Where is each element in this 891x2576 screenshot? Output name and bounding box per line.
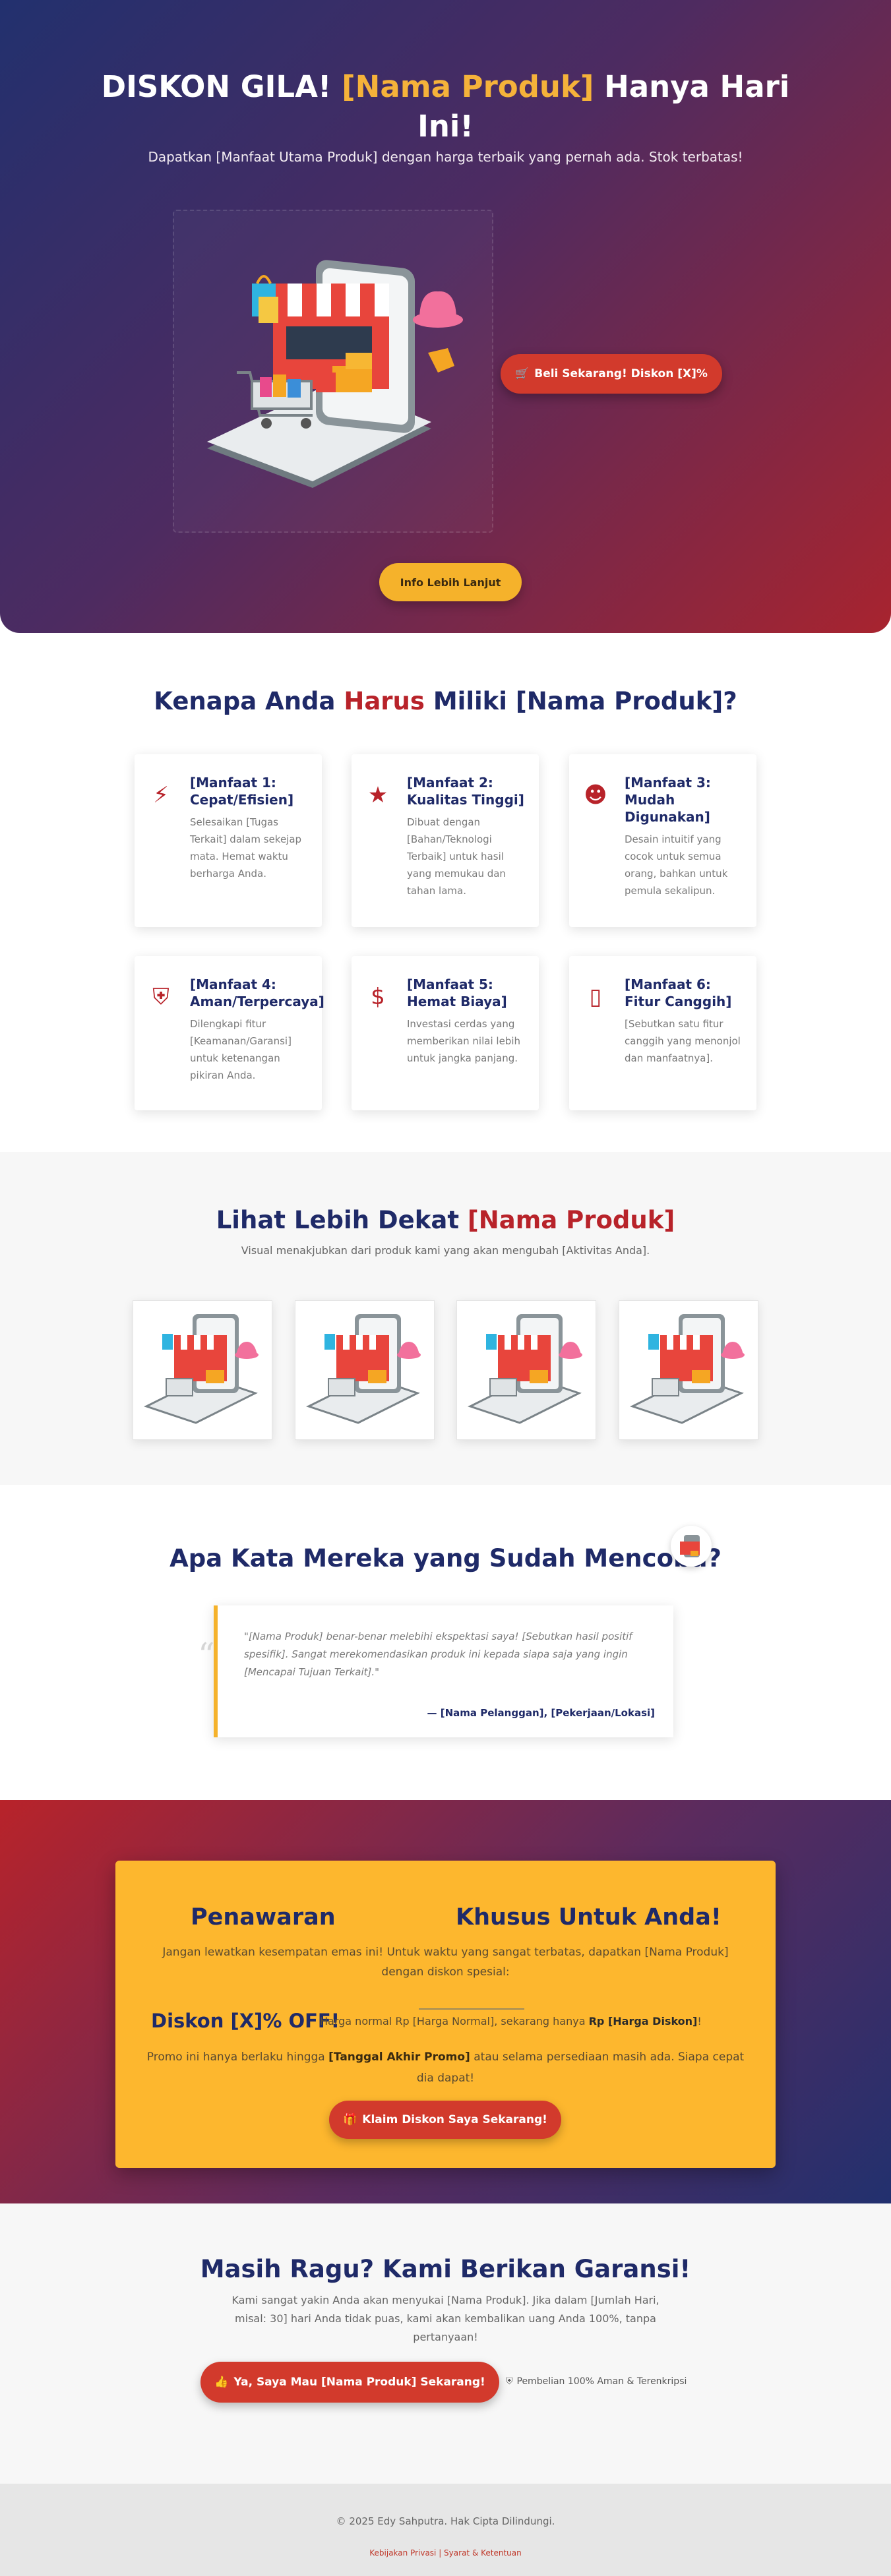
buy-now-button[interactable]: 🛒 Beli Sekarang! Diskon [X]%: [501, 354, 722, 394]
offer-normal-end: !: [697, 2015, 702, 2027]
testimonial-quote: "[Nama Produk] benar-benar melebihi eksp…: [244, 1631, 632, 1678]
gift-icon: 🎁: [343, 2113, 357, 2126]
offer-description: Jangan lewatkan kesempatan emas ini! Unt…: [162, 1946, 729, 1979]
bolt-icon: ⚡: [153, 782, 169, 808]
offer-price-row: Diskon [X]% OFF! Harga normal Rp [Harga …: [151, 2007, 745, 2036]
testimonial-title: Apa Kata Mereka yang Sudah Mencoba?: [169, 1544, 722, 1573]
gallery-title-a: Lihat Lebih Dekat: [216, 1206, 459, 1234]
benefits-title-b: Harus: [344, 687, 425, 715]
thumbs-up-icon: 👍: [214, 2376, 229, 2389]
benefits-title-c: Miliki [Nama Produk]?: [433, 687, 737, 715]
dollar-icon: $: [371, 984, 385, 1010]
offer-promo: Promo ini hanya berlaku hingga [Tanggal …: [142, 2047, 749, 2089]
gallery-title-b: [Nama Produk]: [467, 1206, 675, 1234]
benefit-title: [Manfaat 3: Mudah Digunakan]: [625, 775, 711, 825]
hero-product-image: [173, 210, 493, 533]
hero-title: DISKON GILA! [Nama Produk] Hanya Hari In…: [99, 67, 792, 146]
product-badge-image: [671, 1526, 712, 1567]
testimonial-card: “ "[Nama Produk] benar-benar melebihi ek…: [198, 1605, 673, 1737]
strike-line: [419, 2008, 524, 2010]
gallery-title: Lihat Lebih Dekat [Nama Produk]: [0, 1206, 891, 1234]
benefit-card: ☻ [Manfaat 3: Mudah Digunakan] Desain in…: [569, 754, 756, 927]
shield-check-icon: ⛨: [506, 2376, 513, 2387]
benefit-card: ⚡ [Manfaat 1: Cepat/Efisien] Selesaikan …: [135, 754, 322, 927]
gallery-thumbnail[interactable]: [295, 1300, 435, 1440]
guarantee-section: Masih Ragu? Kami Berikan Garansi! Kami s…: [0, 2203, 891, 2484]
benefit-text: Dibuat dengan [Bahan/Teknologi Terbaik] …: [407, 816, 506, 897]
more-info-button[interactable]: Info Lebih Lanjut: [379, 563, 522, 601]
secure-purchase-text: Pembelian 100% Aman & Terenkripsi: [516, 2376, 687, 2387]
hero-title-prefix: DISKON GILA!: [101, 69, 332, 104]
testimonial-author: — [Nama Pelanggan], [Pekerjaan/Lokasi]: [427, 1707, 655, 1719]
shield-icon: ⛨: [152, 984, 169, 1010]
hero-section: DISKON GILA! [Nama Produk] Hanya Hari In…: [0, 0, 891, 633]
order-now-label: Ya, Saya Mau [Nama Produk] Sekarang!: [233, 2376, 485, 2389]
benefit-title: [Manfaat 4: Aman/Terpercaya]: [190, 976, 324, 1009]
copyright-text: © 2025 Edy Sahputra. Hak Cipta Dilindung…: [336, 2515, 555, 2527]
shop-thumbnail-image: [468, 1314, 582, 1424]
offer-normal-text: Harga normal Rp [Harga Normal], sekarang…: [320, 2015, 586, 2027]
shop-thumbnail-image: [144, 1314, 259, 1424]
offer-discount-price: Rp [Harga Diskon]: [588, 2015, 698, 2027]
guarantee-title: Masih Ragu? Kami Berikan Garansi!: [200, 2255, 691, 2283]
benefit-text: Desain intuitif yang cocok untuk semua o…: [625, 833, 728, 897]
gallery-thumbnail[interactable]: [619, 1300, 758, 1440]
offer-promo-a: Promo ini hanya berlaku hingga: [146, 2051, 325, 2064]
offer-promo-date: [Tanggal Akhir Promo]: [328, 2051, 470, 2064]
benefit-card: ★ [Manfaat 2: Kualitas Tinggi] Dibuat de…: [352, 754, 539, 927]
benefit-card: ▯ [Manfaat 6: Fitur Canggih] [Sebutkan s…: [569, 956, 756, 1110]
shop-badge-icon: [680, 1535, 700, 1557]
quote-icon: “: [198, 1636, 215, 1674]
gallery-thumbnail[interactable]: [133, 1300, 272, 1440]
buy-now-label: Beli Sekarang! Diskon [X]%: [534, 367, 708, 380]
benefit-text: [Sebutkan satu fitur canggih yang menonj…: [625, 1018, 741, 1064]
guarantee-description: Kami sangat yakin Anda akan menyukai [Na…: [231, 2294, 660, 2343]
hero-subtitle: Dapatkan [Manfaat Utama Produk] dengan h…: [148, 149, 743, 165]
benefit-title: [Manfaat 1: Cepat/Efisien]: [190, 775, 294, 808]
offer-title-b: Khusus Untuk Anda!: [456, 1904, 722, 1931]
smile-icon: ☻: [584, 782, 607, 808]
benefit-text: Dilengkapi fitur [Keamanan/Garansi] untu…: [190, 1018, 292, 1081]
benefits-section: Kenapa Anda Harus Miliki [Nama Produk]? …: [0, 633, 891, 1152]
offer-title-a: Penawaran: [191, 1904, 336, 1931]
footer-links[interactable]: Kebijakan Privasi | Syarat & Ketentuan: [0, 2548, 891, 2558]
shop-illustration: [207, 260, 463, 488]
offer-normal-price: Harga normal Rp [Harga Normal], sekarang…: [320, 2015, 702, 2027]
benefit-text: Investasi cerdas yang memberikan nilai l…: [407, 1018, 520, 1064]
footer: © 2025 Edy Sahputra. Hak Cipta Dilindung…: [0, 2484, 891, 2576]
benefit-card: $ [Manfaat 5: Hemat Biaya] Investasi cer…: [352, 956, 539, 1110]
mobile-icon: ▯: [589, 984, 602, 1010]
benefit-card: ⛨ [Manfaat 4: Aman/Terpercaya] Dilengkap…: [135, 956, 324, 1110]
benefits-title-a: Kenapa Anda: [154, 687, 336, 715]
claim-discount-button[interactable]: 🎁 Klaim Diskon Saya Sekarang!: [329, 2101, 561, 2139]
shop-thumbnail-image: [306, 1314, 421, 1424]
gallery-section: Lihat Lebih Dekat [Nama Produk] Visual m…: [0, 1152, 891, 1485]
shop-thumbnail-image: [630, 1314, 745, 1424]
offer-section: Penawaran Khusus Untuk Anda! Jangan lewa…: [0, 1800, 891, 2203]
cart-icon: 🛒: [515, 367, 530, 380]
offer-discount: Diskon [X]% OFF!: [151, 2010, 340, 2032]
benefit-title: [Manfaat 5: Hemat Biaya]: [407, 976, 507, 1009]
benefit-title: [Manfaat 6: Fitur Canggih]: [625, 976, 732, 1009]
testimonial-section: Apa Kata Mereka yang Sudah Mencoba? “ "[…: [0, 1485, 891, 1800]
secure-purchase-note: ⛨ Pembelian 100% Aman & Terenkripsi: [506, 2376, 687, 2387]
gallery-subtitle: Visual menakjubkan dari produk kami yang…: [241, 1244, 650, 1257]
star-icon: ★: [367, 782, 388, 808]
hero-title-product: [Nama Produk]: [342, 69, 594, 104]
claim-discount-label: Klaim Diskon Saya Sekarang!: [362, 2113, 547, 2126]
gallery-thumbnail[interactable]: [456, 1300, 596, 1440]
benefit-text: Selesaikan [Tugas Terkait] dalam sekejap…: [190, 816, 302, 880]
benefit-title: [Manfaat 2: Kualitas Tinggi]: [407, 775, 524, 808]
benefits-title: Kenapa Anda Harus Miliki [Nama Produk]?: [0, 687, 891, 715]
order-now-button[interactable]: 👍 Ya, Saya Mau [Nama Produk] Sekarang!: [200, 2362, 499, 2403]
offer-box: Penawaran Khusus Untuk Anda! Jangan lewa…: [115, 1861, 776, 2168]
